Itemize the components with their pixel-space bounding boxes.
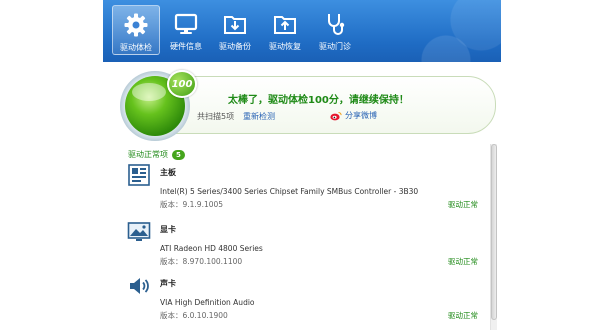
tab-driver-clinic[interactable]: 驱动门诊 (311, 5, 359, 55)
tab-label: 驱动恢复 (269, 42, 301, 51)
motherboard-icon (128, 164, 150, 186)
share-label: 分享微博 (345, 111, 377, 120)
list-item: 声卡 VIA High Definition Audio 版本：6.0.10.1… (103, 274, 483, 330)
scan-count-text: 共扫描5项 (197, 112, 235, 121)
gear-icon (124, 13, 148, 37)
driver-status: 驱动正常 (448, 311, 478, 320)
checkup-headline: 太棒了，驱动体检100分，请继续保持！ (228, 95, 409, 106)
normal-count-badge: 5 (172, 149, 185, 160)
score-badge: 100 (167, 70, 197, 98)
driver-status: 驱动正常 (448, 257, 478, 266)
restore-folder-icon (274, 16, 296, 34)
recheck-link[interactable]: 重新检测 (243, 111, 275, 122)
tab-driver-checkup[interactable]: 驱动体检 (112, 5, 160, 55)
device-description: VIA High Definition Audio (160, 298, 255, 307)
tab-label: 硬件信息 (170, 42, 202, 51)
top-toolbar: 驱动体检 硬件信息 驱动备份 驱动恢复 驱动门诊 (103, 0, 501, 62)
backup-folder-icon (224, 16, 246, 34)
speaker-icon (130, 278, 149, 294)
list-item: 主板 Intel(R) 5 Series/3400 Series Chipset… (103, 163, 483, 219)
device-name: 主板 (160, 168, 176, 177)
list-item: 显卡 ATI Radeon HD 4800 Series 版本：8.970.10… (103, 220, 483, 276)
list-scrollbar[interactable] (490, 144, 497, 330)
tab-hardware-info[interactable]: 硬件信息 (162, 5, 210, 55)
tab-driver-restore[interactable]: 驱动恢复 (261, 5, 309, 55)
weibo-icon (330, 111, 342, 120)
device-version: 版本：6.0.10.1900 (160, 311, 228, 320)
device-version: 版本：9.1.9.1005 (160, 200, 224, 209)
tab-label: 驱动门诊 (319, 42, 351, 51)
tab-label: 驱动备份 (219, 42, 251, 51)
device-version: 版本：8.970.100.1100 (160, 257, 243, 266)
display-icon (127, 222, 151, 241)
device-description: Intel(R) 5 Series/3400 Series Chipset Fa… (160, 187, 419, 196)
tab-label: 驱动体检 (120, 43, 152, 52)
device-name: 声卡 (160, 279, 176, 288)
share-weibo-link[interactable]: 分享微博 (330, 110, 377, 121)
driver-app-window: 驱动体检 硬件信息 驱动备份 驱动恢复 驱动门诊 100 太棒了，驱动体检100… (103, 0, 501, 330)
device-name: 显卡 (160, 225, 176, 234)
section-title-text: 驱动正常项 (128, 150, 168, 159)
device-description: ATI Radeon HD 4800 Series (160, 244, 263, 253)
scrollbar-thumb[interactable] (491, 144, 497, 320)
tab-driver-backup[interactable]: 驱动备份 (211, 5, 259, 55)
monitor-icon (174, 13, 198, 34)
normal-drivers-heading: 驱动正常项 5 (128, 149, 185, 160)
stethoscope-icon (328, 14, 345, 35)
driver-status: 驱动正常 (448, 200, 478, 209)
